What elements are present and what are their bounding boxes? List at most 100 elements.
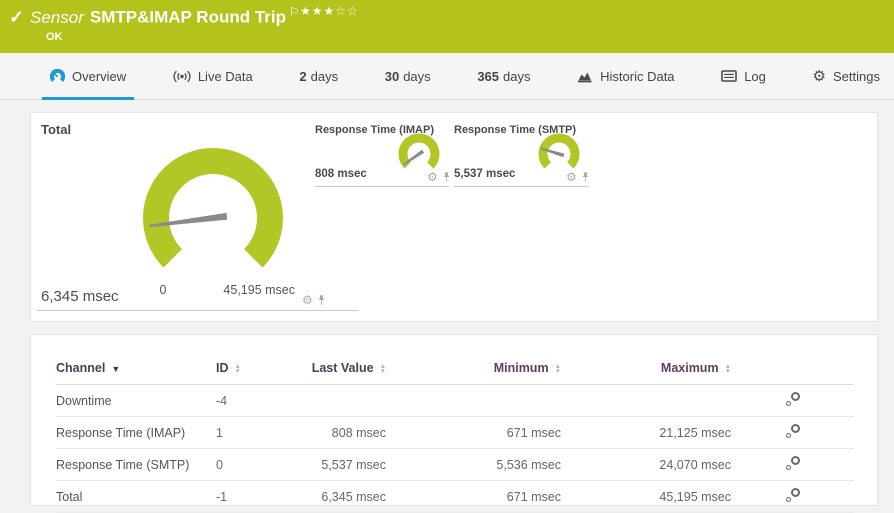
priority-stars[interactable]: ★★★☆☆: [300, 4, 359, 18]
cell-last-value: [296, 384, 386, 417]
cell-id: -4: [216, 384, 296, 417]
channel-settings-icon[interactable]: [785, 488, 801, 502]
sort-icon: ▲ ▼: [234, 362, 241, 375]
gear-icon: [790, 456, 800, 465]
cell-last-value: 5,537 msec: [296, 448, 386, 481]
tab-365-days-label: days: [503, 68, 531, 84]
status-badge: OK: [46, 31, 63, 43]
cell-id: 1: [216, 416, 296, 449]
widget-divider: [314, 186, 449, 187]
area-chart-icon: [578, 72, 592, 82]
sensor-title: SMTP&IMAP Round Trip: [89, 7, 286, 27]
tab-settings-label: Settings: [832, 68, 880, 84]
cell-minimum: [386, 384, 561, 417]
gear-icon: [785, 497, 791, 502]
gear-icon: [790, 424, 800, 433]
column-header-maximum-label: Maximum: [660, 361, 719, 375]
gauge-imap-value: 808 msec: [315, 168, 367, 180]
cell-channel[interactable]: Response Time (IMAP): [56, 416, 216, 449]
gauge-smtp-value: 5,537 msec: [454, 168, 516, 180]
live-data-icon: [173, 70, 191, 82]
table-row: Response Time (IMAP) 1 808 msec 671 msec…: [56, 416, 854, 449]
cell-id: 0: [216, 448, 296, 481]
sensor-tab-bar: Overview Live Data 2 days 30 days 365 da…: [0, 53, 894, 100]
tab-overview-label: Overview: [72, 68, 127, 84]
gear-icon[interactable]: ⚙: [302, 294, 313, 306]
log-list-icon: [721, 70, 737, 82]
gear-icon: [785, 433, 791, 438]
sensor-kind-label: Sensor: [30, 7, 84, 27]
column-header-minimum-label: Minimum: [493, 361, 549, 375]
sort-desc-icon: ▼: [111, 363, 121, 374]
tab-log[interactable]: Log: [713, 53, 774, 99]
cell-minimum: 5,536 msec: [386, 448, 561, 481]
tab-overview[interactable]: Overview: [42, 53, 135, 100]
channel-settings-icon[interactable]: [785, 456, 801, 470]
column-header-channel-label: Channel: [56, 361, 106, 375]
table-row: Response Time (SMTP) 0 5,537 msec 5,536 …: [56, 448, 854, 481]
tab-30-days-label: days: [403, 68, 431, 84]
tab-historic-data-label: Historic Data: [600, 68, 675, 84]
column-header-minimum[interactable]: Minimum ▲ ▼: [386, 361, 561, 385]
channel-settings-icon[interactable]: [785, 392, 801, 406]
cell-maximum: 45,195 msec: [561, 480, 731, 513]
widget-divider: [453, 186, 589, 187]
tab-365-days[interactable]: 365 days: [469, 53, 538, 99]
tab-2-days[interactable]: 2 days: [291, 53, 346, 99]
gauge-imap-actions: ⚙: [427, 171, 451, 183]
tab-2-days-number: 2: [299, 68, 307, 84]
cell-last-value: 6,345 msec: [296, 480, 386, 513]
gear-icon[interactable]: ⚙: [566, 171, 577, 183]
settings-gear-icon: ⚙: [812, 67, 826, 85]
tab-live-data[interactable]: Live Data: [165, 53, 261, 99]
tab-30-days[interactable]: 30 days: [377, 53, 439, 99]
cell-id: -1: [216, 480, 296, 513]
pin-icon[interactable]: [317, 294, 326, 306]
gear-icon: [790, 392, 800, 401]
gauge-icon: [50, 68, 65, 82]
sort-icon: ▲ ▼: [724, 362, 731, 375]
cell-minimum: 671 msec: [386, 480, 561, 513]
tab-2-days-label: days: [310, 68, 339, 84]
tab-30-days-number: 30: [384, 68, 400, 84]
gear-icon[interactable]: ⚙: [427, 171, 438, 183]
sensor-status-bar: ✓ Sensor SMTP&IMAP Round Trip ⚐ ★★★☆☆ OK: [0, 0, 894, 53]
cell-channel[interactable]: Total: [56, 480, 216, 513]
column-header-maximum[interactable]: Maximum ▲ ▼: [561, 361, 731, 385]
table-header-row: Channel ▼ ID ▲ ▼ Last Value ▲ ▼ Minimum ▲ ▼ Max…: [56, 361, 854, 385]
ok-check-icon: ✓: [9, 7, 25, 27]
pin-icon[interactable]: [442, 171, 451, 183]
tab-365-days-number: 365: [477, 68, 500, 84]
channel-settings-icon[interactable]: [785, 424, 801, 438]
column-header-channel[interactable]: Channel ▼: [56, 361, 216, 385]
cell-channel[interactable]: Response Time (SMTP): [56, 448, 216, 481]
column-header-id-label: ID: [216, 361, 229, 375]
cell-maximum: 21,125 msec: [561, 416, 731, 449]
gear-icon: [785, 465, 791, 470]
sort-icon: ▲ ▼: [554, 362, 561, 375]
sensor-heading: Sensor SMTP&IMAP Round Trip ⚐: [30, 5, 300, 28]
cell-last-value: 808 msec: [296, 416, 386, 449]
gear-icon: [790, 488, 800, 497]
channels-table: Channel ▼ ID ▲ ▼ Last Value ▲ ▼ Minimum ▲ ▼ Max…: [56, 361, 854, 513]
flag-icon[interactable]: ⚐: [289, 5, 300, 19]
gauge-total-title: Total: [41, 122, 72, 137]
gauge-total-value: 6,345 msec: [41, 288, 119, 305]
gauge-total-min-label: 0: [159, 283, 167, 297]
cell-channel[interactable]: Downtime: [56, 384, 216, 417]
tab-historic-data[interactable]: Historic Data: [569, 53, 682, 99]
tab-settings[interactable]: ⚙ Settings: [805, 53, 888, 99]
total-gauge[interactable]: [138, 143, 288, 293]
table-row: Total -1 6,345 msec 671 msec 45,195 msec: [56, 480, 854, 513]
pin-icon[interactable]: [581, 171, 590, 183]
tab-log-label: Log: [744, 68, 766, 84]
column-header-id[interactable]: ID ▲ ▼: [216, 361, 296, 385]
cell-maximum: 24,070 msec: [561, 448, 731, 481]
gauge-total-max-label: 45,195 msec: [223, 283, 295, 297]
cell-maximum: [561, 384, 731, 417]
column-header-last-value-label: Last Value: [311, 361, 374, 375]
gauge-smtp-actions: ⚙: [566, 171, 590, 183]
table-row: Downtime -4: [56, 384, 854, 417]
sort-icon: ▲ ▼: [379, 362, 386, 375]
column-header-last-value[interactable]: Last Value ▲ ▼: [296, 361, 386, 385]
